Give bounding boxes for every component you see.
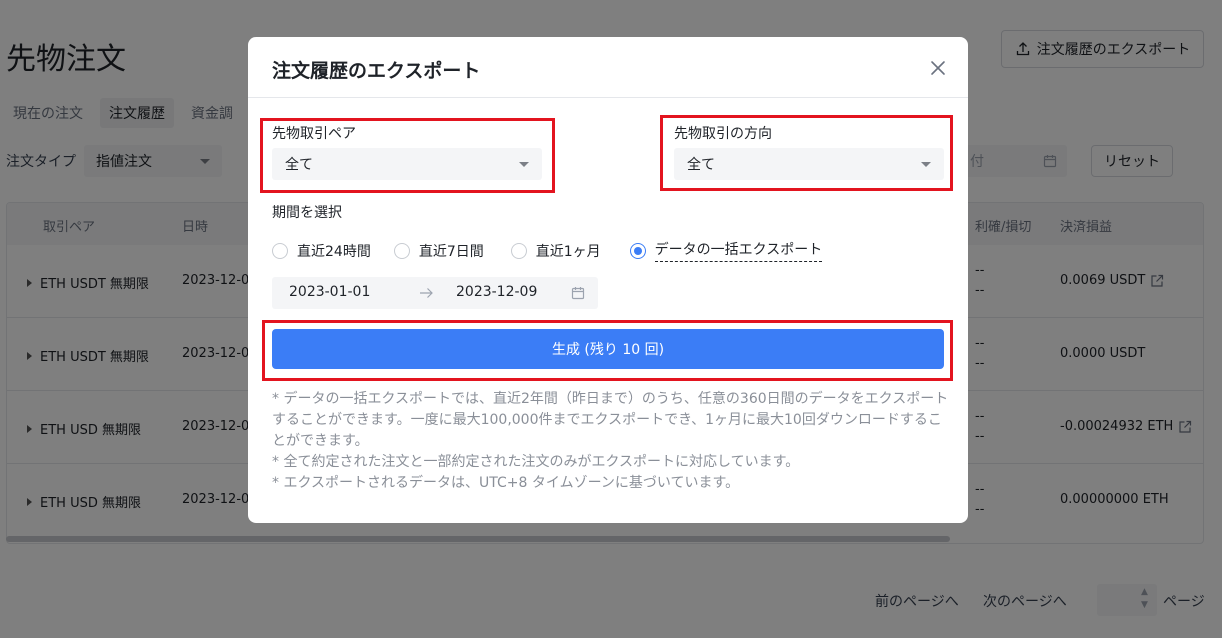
radio-label: 直近24時間: [297, 243, 371, 260]
date-from[interactable]: 2023-01-01: [289, 284, 370, 300]
radio-checked-icon: [629, 242, 646, 259]
note-text: * エクスポートされるデータは、UTC+8 タイムゾーンに基づいています。: [272, 475, 740, 491]
highlight-box: [260, 118, 555, 193]
period-label: 期間を選択: [272, 205, 342, 221]
radio-7d[interactable]: 直近7日間: [393, 241, 484, 261]
export-order-history-dialog: 注文履歴のエクスポート 先物取引ペア 全て 先物取引の方向 全て 期間を選択 直…: [248, 37, 968, 523]
note-text: * データの一括エクスポートでは、直近2年間（昨日まで）のうち、任意の360日間…: [272, 391, 949, 449]
dialog-title: 注文履歴のエクスポート: [272, 60, 481, 82]
radio-label: 直近7日間: [418, 243, 484, 260]
radio-label: 直近1ヶ月: [535, 243, 601, 260]
export-notes: * データの一括エクスポートでは、直近2年間（昨日まで）のうち、任意の360日間…: [272, 389, 952, 494]
radio-24h[interactable]: 直近24時間: [272, 241, 371, 261]
radio-circle-icon: [272, 242, 288, 259]
dialog-divider: [248, 97, 968, 98]
arrow-right-icon: [420, 288, 433, 298]
radio-1m[interactable]: 直近1ヶ月: [510, 241, 601, 261]
radio-circle-icon: [510, 242, 527, 259]
period-radio-group: 直近24時間 直近7日間 直近1ヶ月 データの一括エクスポート: [272, 239, 823, 262]
note-text: * 全て約定された注文と一部約定された注文のみがエクスポートに対応しています。: [272, 454, 800, 470]
highlight-box: [262, 320, 953, 381]
calendar-icon: [571, 287, 585, 300]
radio-circle-icon: [393, 242, 410, 259]
radio-bulk-export[interactable]: データの一括エクスポート: [629, 239, 823, 262]
highlight-box: [660, 115, 953, 191]
close-icon[interactable]: [928, 58, 948, 78]
date-to[interactable]: 2023-12-09: [456, 284, 537, 300]
radio-label: データの一括エクスポート: [654, 239, 823, 262]
date-range-picker[interactable]: 2023-01-01 2023-12-09: [272, 277, 598, 309]
